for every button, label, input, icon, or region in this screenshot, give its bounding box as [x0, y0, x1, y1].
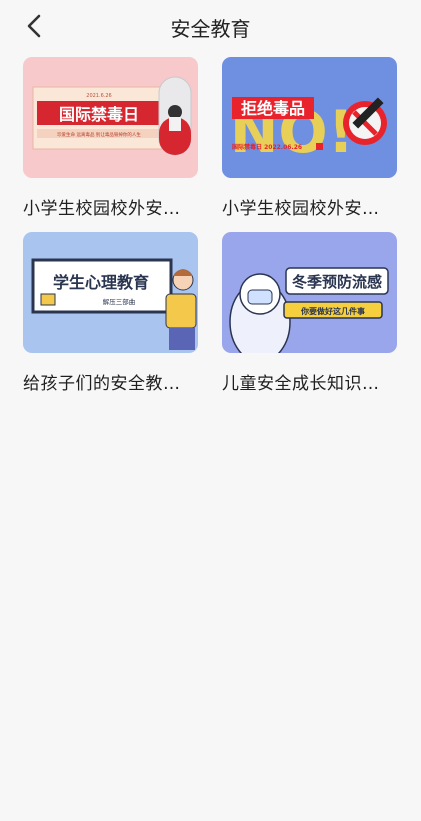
- thumb-date: 2021.6.26: [86, 93, 111, 99]
- thumb-heading: 冬季预防流感: [292, 273, 382, 291]
- thumb-sub: 解压三部曲: [103, 297, 136, 306]
- thumb-heading: 国际禁毒日: [59, 105, 139, 124]
- course-thumbnail: 学生心理教育 解压三部曲: [23, 232, 198, 353]
- course-thumbnail: 冬季预防流感 你要做好这几件事: [222, 232, 397, 353]
- thumb-sub: 你要做好这几件事: [300, 306, 365, 316]
- course-thumbnail: 2021.6.26 国际禁毒日 珍爱生命 远离毒品 别让毒品毁掉你的人生: [23, 57, 198, 178]
- thumb-heading: 学生心理教育: [53, 273, 149, 292]
- header-bar: 安全教育: [0, 0, 421, 52]
- course-card[interactable]: NO! 拒绝毒品 国际禁毒日 2022.06.26 小学生校园校外安…: [222, 57, 397, 219]
- course-card[interactable]: 冬季预防流感 你要做好这几件事 儿童安全成长知识…: [222, 232, 397, 394]
- course-thumbnail: NO! 拒绝毒品 国际禁毒日 2022.06.26: [222, 57, 397, 178]
- course-title: 小学生校园校外安…: [222, 199, 380, 219]
- course-title: 小学生校园校外安…: [23, 199, 181, 219]
- course-card[interactable]: 学生心理教育 解压三部曲 给孩子们的安全教…: [23, 232, 198, 394]
- thumb-heading: 拒绝毒品: [241, 99, 305, 118]
- thumb-sub: 国际禁毒日 2022.06.26: [232, 143, 302, 151]
- thumb-slogan: 珍爱生命 远离毒品 别让毒品毁掉你的人生: [57, 131, 141, 138]
- course-title: 给孩子们的安全教…: [23, 374, 181, 394]
- course-card[interactable]: 2021.6.26 国际禁毒日 珍爱生命 远离毒品 别让毒品毁掉你的人生 小学生…: [23, 57, 198, 219]
- course-title: 儿童安全成长知识…: [222, 374, 380, 394]
- page-title: 安全教育: [170, 17, 251, 41]
